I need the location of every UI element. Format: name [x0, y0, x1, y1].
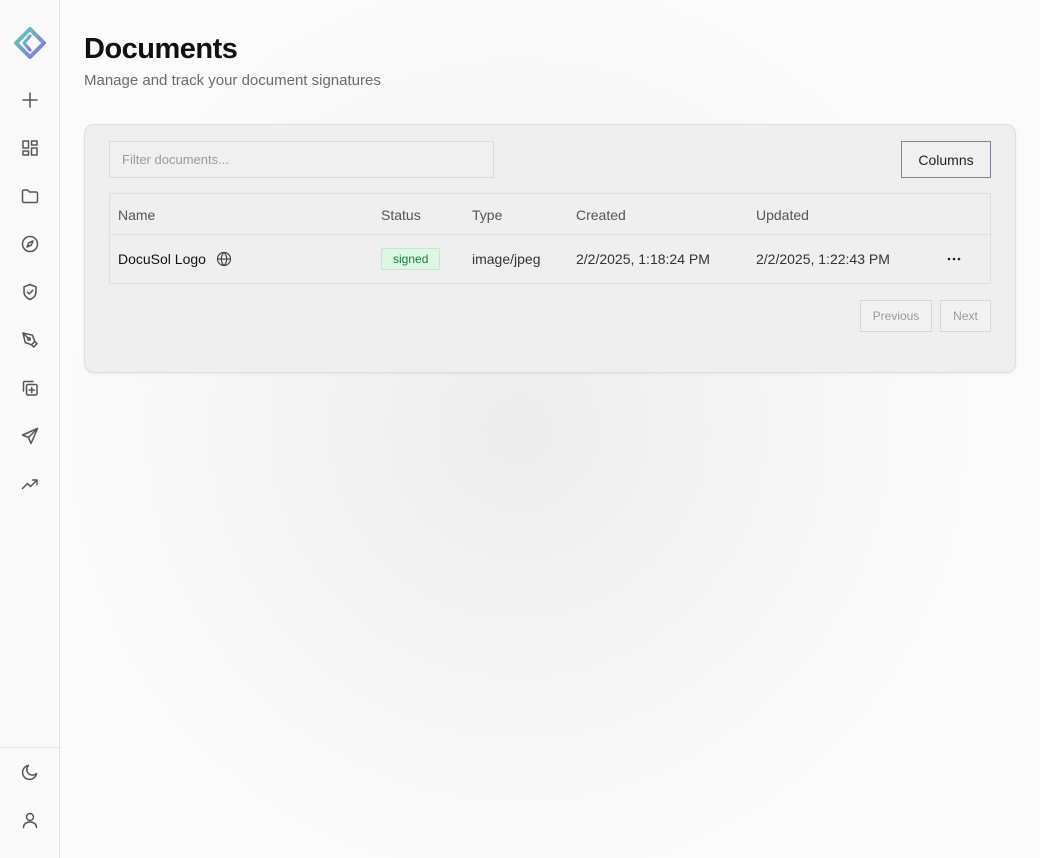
columns-button[interactable]: Columns	[901, 141, 991, 178]
user-icon	[22, 812, 38, 829]
send-icon	[21, 427, 39, 445]
filter-documents-input[interactable]	[109, 141, 494, 178]
globe-icon	[216, 251, 232, 267]
document-updated: 2/2/2025, 1:22:43 PM	[756, 251, 890, 267]
column-header-type[interactable]: Type	[472, 207, 502, 223]
column-header-status[interactable]: Status	[381, 207, 421, 223]
more-horizontal-icon	[947, 257, 961, 261]
plus-icon	[22, 92, 38, 108]
status-badge: signed	[381, 248, 441, 270]
theme-toggle-button[interactable]	[15, 757, 45, 787]
column-header-updated[interactable]: Updated	[756, 207, 809, 223]
document-name[interactable]: DocuSol Logo	[118, 251, 206, 267]
table-row[interactable]: DocuSol Logo signed image/jpeg 2/2/2025,…	[110, 235, 990, 283]
documents-table: Name Status Type Created Updated DocuSol…	[109, 193, 991, 284]
table-header: Name Status Type Created Updated	[110, 194, 990, 235]
page-title: Documents	[84, 33, 238, 65]
document-type: image/jpeg	[472, 251, 541, 267]
row-actions-button[interactable]	[944, 249, 964, 269]
copy-plus-icon	[22, 380, 38, 396]
verify-nav-button[interactable]	[15, 277, 45, 307]
sign-nav-button[interactable]	[15, 325, 45, 355]
trending-up-icon	[21, 479, 38, 490]
send-nav-button[interactable]	[15, 421, 45, 451]
moon-icon	[21, 764, 38, 781]
document-created: 2/2/2025, 1:18:24 PM	[576, 251, 710, 267]
documents-nav-button[interactable]	[15, 181, 45, 211]
dashboard-nav-button[interactable]	[15, 133, 45, 163]
new-document-button[interactable]	[15, 85, 45, 115]
column-header-name[interactable]: Name	[118, 207, 155, 223]
analytics-nav-button[interactable]	[15, 469, 45, 499]
sidebar	[0, 0, 60, 858]
pen-tool-icon	[22, 332, 38, 348]
profile-button[interactable]	[15, 805, 45, 835]
templates-nav-button[interactable]	[15, 373, 45, 403]
documents-card: Columns Name Status Type Created Updated…	[84, 124, 1016, 373]
shield-check-icon	[23, 283, 37, 301]
previous-page-button[interactable]: Previous	[860, 300, 932, 332]
page-subtitle: Manage and track your document signature…	[84, 72, 381, 89]
column-header-created[interactable]: Created	[576, 207, 626, 223]
folder-icon	[21, 189, 39, 204]
explore-nav-button[interactable]	[15, 229, 45, 259]
next-page-button[interactable]: Next	[940, 300, 991, 332]
compass-icon	[21, 235, 39, 253]
sidebar-divider	[0, 747, 60, 748]
dashboard-grid-icon	[22, 140, 38, 156]
app-logo[interactable]	[12, 27, 48, 63]
